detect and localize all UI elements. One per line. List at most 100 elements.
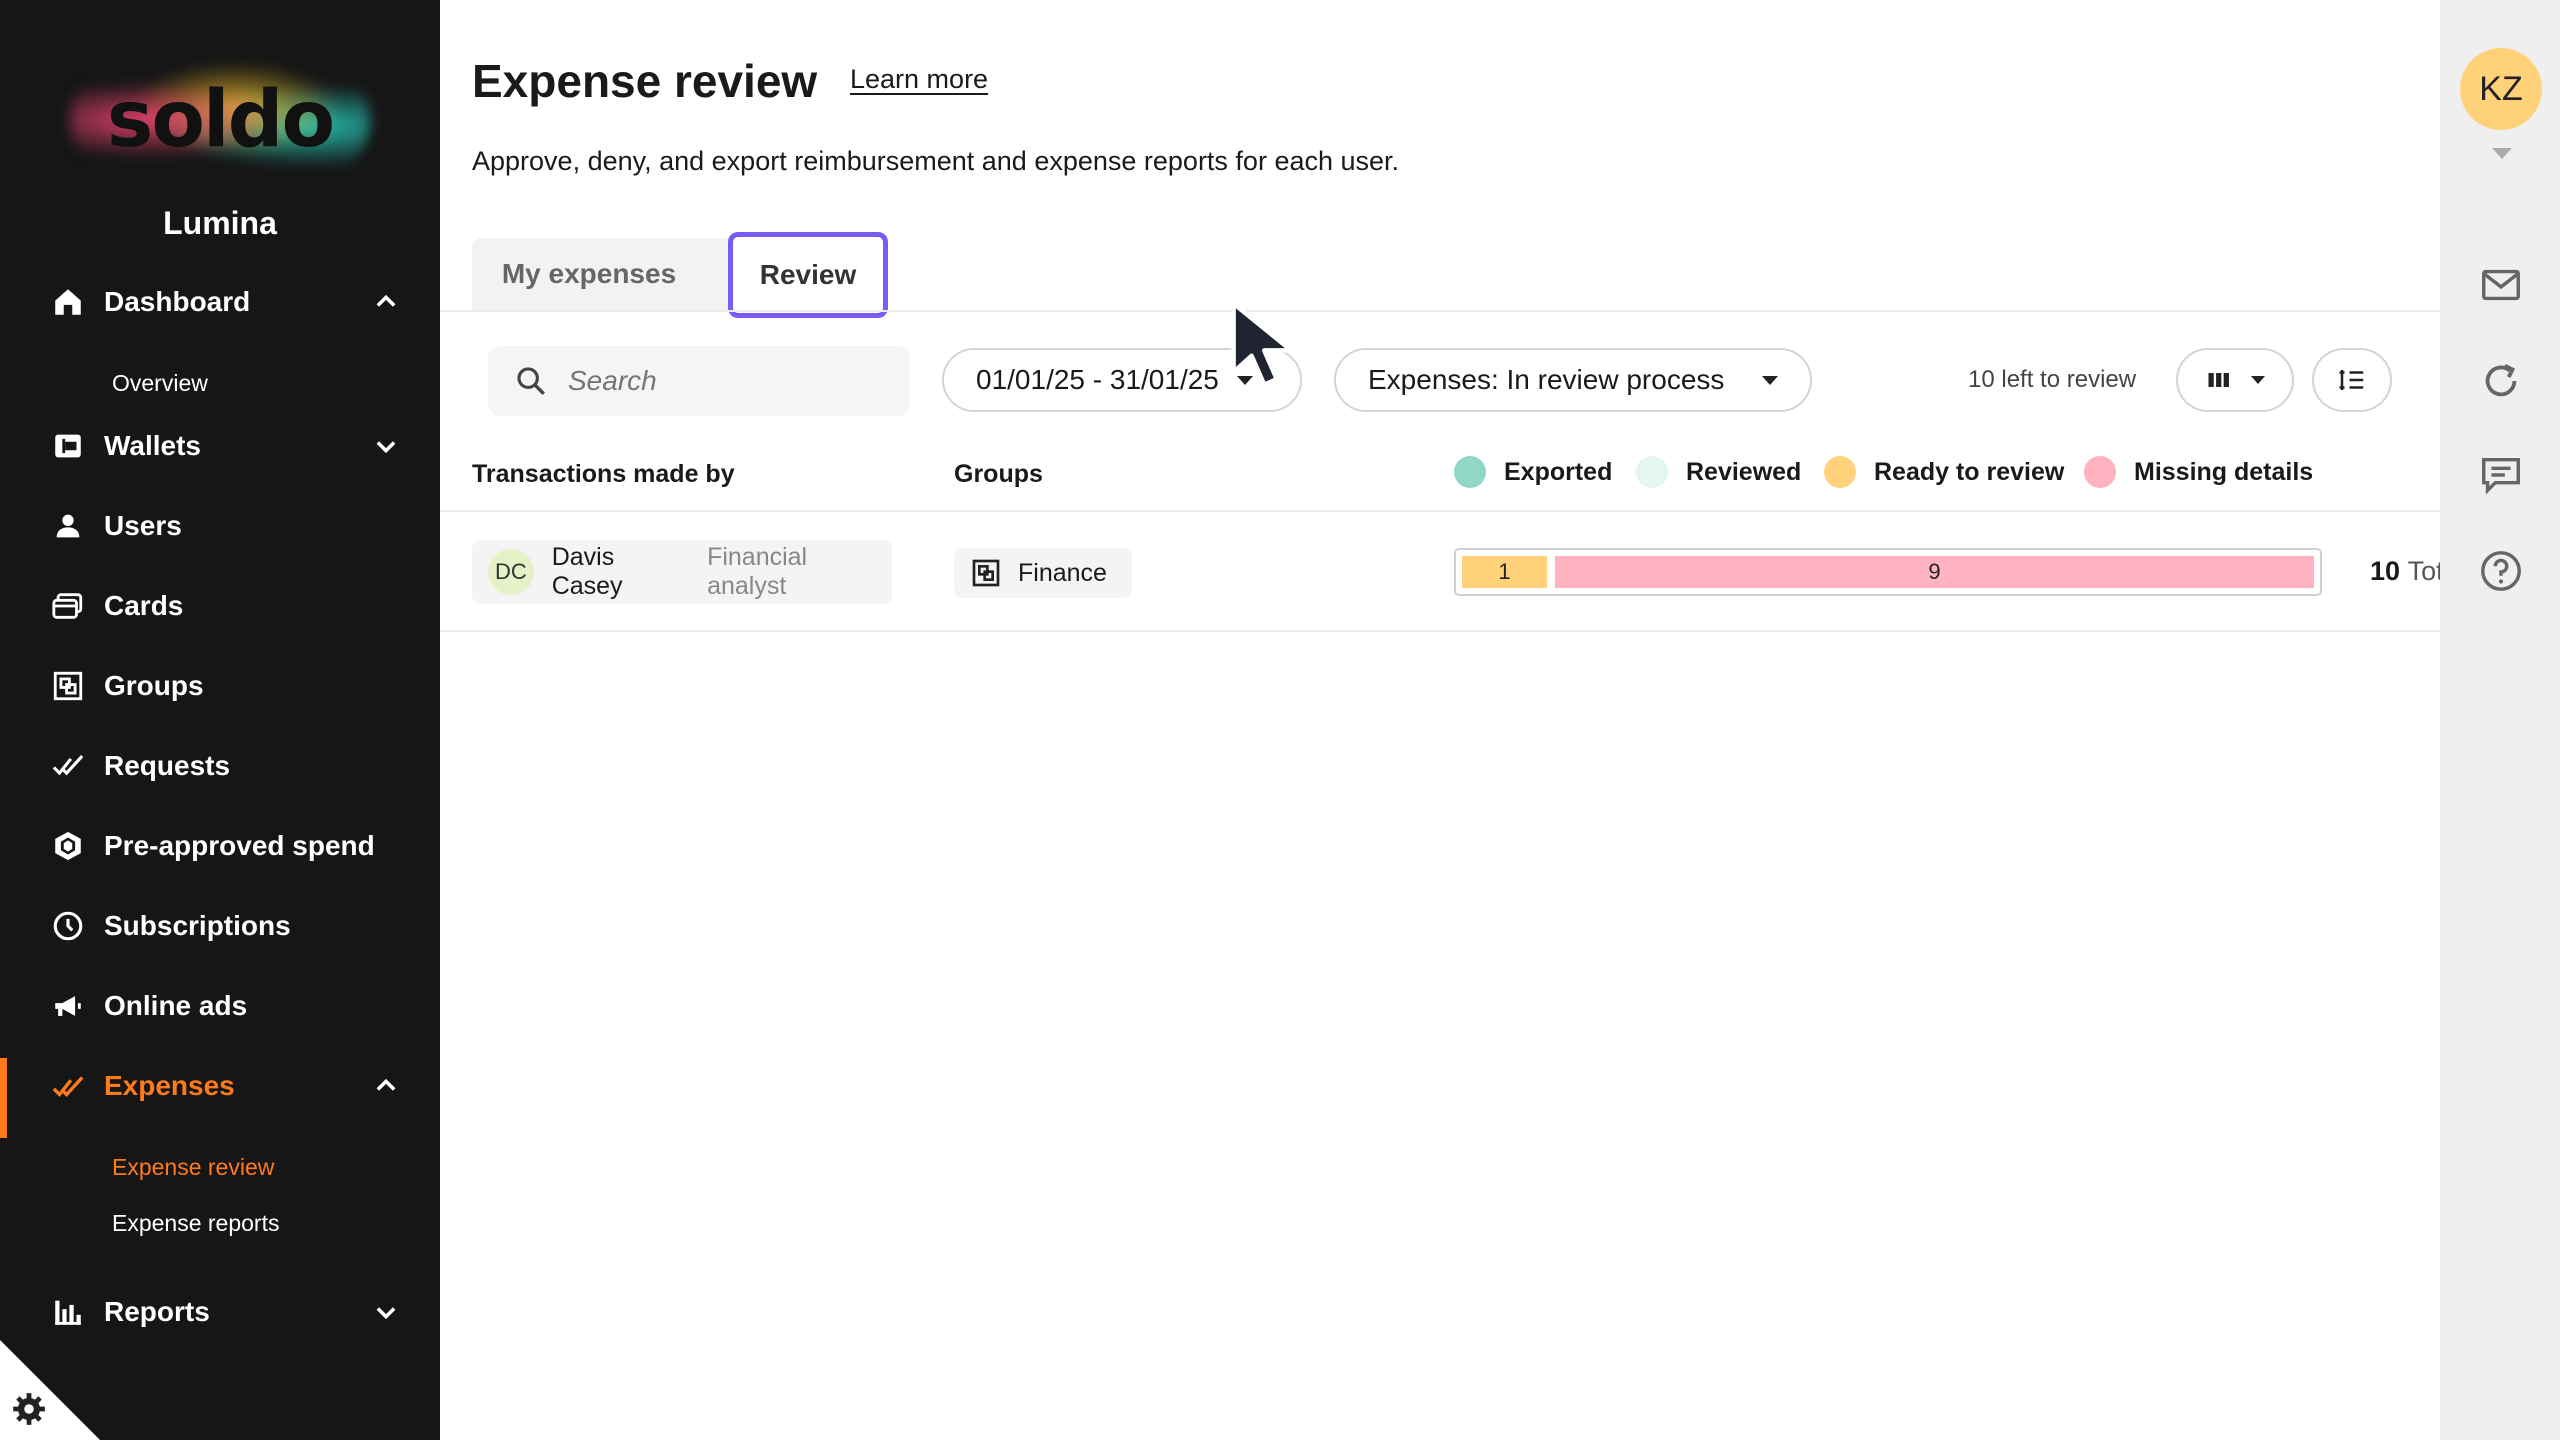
wallet-icon: [50, 428, 86, 464]
legend-dot: [1636, 456, 1668, 488]
legend-label: Ready to review: [1874, 457, 2065, 486]
sidebar-item-label: Requests: [104, 750, 231, 781]
column-header-user: Transactions made by: [472, 460, 735, 488]
user-role: Financial analyst: [707, 543, 808, 600]
bar-chart-icon: [50, 1294, 86, 1330]
account-caret-icon[interactable]: [2492, 148, 2512, 159]
caret-down-icon: [2251, 376, 2265, 384]
mail-icon[interactable]: [2478, 262, 2524, 308]
chevron-down-icon[interactable]: [372, 1298, 400, 1326]
sidebar-item-label: Subscriptions: [104, 910, 291, 941]
sidebar-item-expenses[interactable]: Expenses: [0, 1054, 440, 1138]
user-name: Davis Casey: [551, 543, 623, 600]
legend-missing-details: Missing details: [2084, 456, 2313, 488]
sidebar-subitem-expense-review[interactable]: Expense review: [112, 1154, 274, 1181]
status-filter-value: Expenses: In review process: [1368, 364, 1725, 395]
tab-my-expenses[interactable]: My expenses: [472, 238, 706, 310]
sidebar-item-subscriptions[interactable]: Subscriptions: [0, 894, 440, 958]
double-check-icon: [50, 748, 86, 784]
groups-icon: [50, 668, 86, 704]
sidebar-item-pre-approved-spend[interactable]: Pre-approved spend: [0, 814, 440, 878]
tabs-divider: [440, 310, 2440, 312]
search-box[interactable]: [488, 346, 910, 416]
check-icon: [50, 1068, 86, 1104]
group-chip[interactable]: Finance: [954, 548, 1132, 598]
sidebar-subitem-expense-reports[interactable]: Expense reports: [112, 1210, 279, 1237]
table-row-user[interactable]: DC Davis Casey Financial analyst: [472, 540, 892, 604]
mouse-cursor-icon: [1231, 301, 1294, 387]
cards-icon: [50, 588, 86, 624]
groups-icon: [972, 559, 1000, 587]
page-title: Expense review: [472, 55, 818, 107]
bar-segment-ready[interactable]: 1: [1462, 556, 1547, 588]
sidebar-item-label: Pre-approved spend: [104, 830, 375, 861]
learn-more-link[interactable]: Learn more: [850, 64, 988, 95]
refresh-icon[interactable]: [2478, 358, 2524, 404]
columns-icon: [2208, 373, 2229, 387]
row-total: 10 Tot: [2370, 556, 2444, 587]
legend-reviewed: Reviewed: [1636, 456, 1801, 488]
sort-icon: [2339, 370, 2364, 390]
status-progress-bar[interactable]: 1 9: [1454, 548, 2322, 596]
chat-icon[interactable]: [2478, 452, 2524, 498]
sidebar-item-reports[interactable]: Reports: [0, 1280, 440, 1344]
columns-button[interactable]: [2176, 348, 2294, 412]
org-name: Lumina: [163, 205, 277, 241]
page-subtitle: Approve, deny, and export reimbursement …: [472, 146, 1400, 176]
sidebar: soldo Lumina Dashboard Overview Wallets …: [0, 0, 440, 1440]
sidebar-item-wallets[interactable]: Wallets: [0, 414, 440, 478]
chevron-up-icon[interactable]: [372, 288, 400, 316]
right-rail: KZ: [2440, 0, 2560, 1440]
sidebar-item-cards[interactable]: Cards: [0, 574, 440, 638]
table-divider: [440, 630, 2440, 632]
chevron-up-icon[interactable]: [372, 1072, 400, 1100]
group-name: Finance: [1018, 558, 1107, 587]
legend-label: Reviewed: [1686, 457, 1802, 486]
sidebar-item-label: Online ads: [104, 990, 248, 1021]
legend-dot: [1454, 456, 1486, 488]
avatar: DC: [488, 549, 534, 595]
sidebar-subitem-overview[interactable]: Overview: [112, 370, 208, 397]
sidebar-item-label: Groups: [104, 670, 204, 701]
sidebar-item-dashboard[interactable]: Dashboard: [0, 270, 440, 334]
main-content: Expense review Learn more Approve, deny,…: [440, 0, 2444, 1440]
total-label: Tot: [2407, 556, 2444, 586]
column-header-groups: Groups: [954, 460, 1043, 488]
date-range-value: 01/01/25 - 31/01/25: [976, 364, 1219, 395]
left-to-review-count: 10 left to review: [1968, 366, 2137, 393]
legend-label: Exported: [1504, 457, 1613, 486]
legend-exported: Exported: [1454, 456, 1612, 488]
legend-dot: [2084, 456, 2116, 488]
sidebar-item-label: Users: [104, 510, 182, 541]
status-filter-dropdown[interactable]: Expenses: In review process: [1334, 348, 1812, 412]
logo-text: soldo: [106, 75, 335, 165]
gear-icon[interactable]: [10, 1390, 48, 1428]
tab-review[interactable]: Review: [728, 232, 888, 318]
legend-ready-to-review: Ready to review: [1824, 456, 2064, 488]
sidebar-item-users[interactable]: Users: [0, 494, 440, 558]
search-icon: [517, 367, 545, 395]
sidebar-item-requests[interactable]: Requests: [0, 734, 440, 798]
sidebar-item-label: Wallets: [104, 430, 201, 461]
caret-down-icon: [1762, 375, 1778, 385]
search-input[interactable]: [568, 365, 888, 397]
megaphone-icon: [50, 988, 86, 1024]
sidebar-item-label: Dashboard: [104, 286, 251, 317]
clock-icon: [50, 908, 86, 944]
account-avatar[interactable]: KZ: [2460, 48, 2542, 130]
user-icon: [50, 508, 86, 544]
soldo-logo[interactable]: soldo: [0, 50, 440, 190]
home-icon: [50, 284, 86, 320]
sort-button[interactable]: [2312, 348, 2392, 412]
total-count: 10: [2370, 556, 2401, 586]
hexagon-icon: [50, 828, 86, 864]
legend-dot: [1824, 456, 1856, 488]
legend-label: Missing details: [2134, 457, 2314, 486]
help-icon[interactable]: [2478, 548, 2524, 594]
chevron-down-icon[interactable]: [372, 432, 400, 460]
sidebar-item-label: Cards: [104, 590, 184, 621]
sidebar-item-online-ads[interactable]: Online ads: [0, 974, 440, 1038]
table-divider: [440, 510, 2440, 512]
bar-segment-missing[interactable]: 9: [1555, 556, 2314, 588]
sidebar-item-groups[interactable]: Groups: [0, 654, 440, 718]
